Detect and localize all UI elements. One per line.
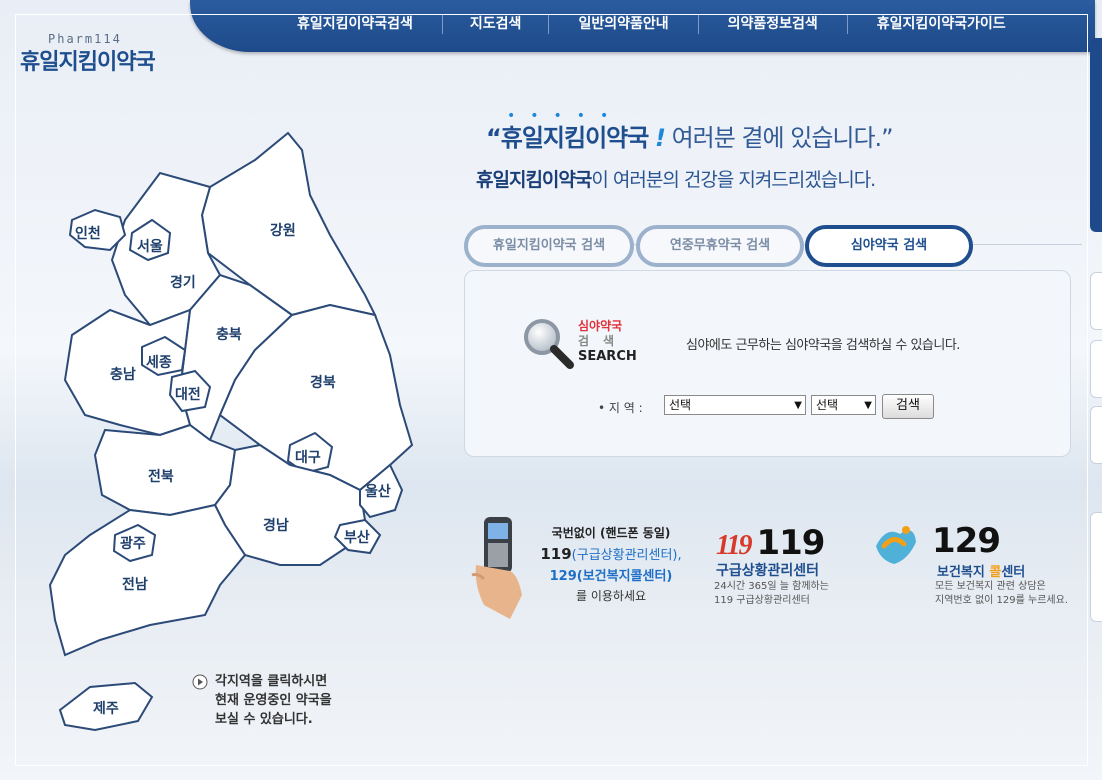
map-label-jeonbuk: 전북 <box>148 468 174 485</box>
map-label-gangwon: 강원 <box>270 222 296 239</box>
nav-item-map-search[interactable]: 지도검색 <box>441 14 549 34</box>
map-label-ulsan: 울산 <box>365 483 391 500</box>
welfare-call-center-logo-icon[interactable] <box>870 520 920 568</box>
map-label-jeju: 제주 <box>93 701 119 717</box>
map-label-daegu: 대구 <box>295 450 321 466</box>
map-label-incheon: 인천 <box>75 225 101 242</box>
right-edge-tab-3[interactable] <box>1090 406 1102 464</box>
nav-item-holiday-pharmacy-guide[interactable]: 휴일지킴이약국가이드 <box>846 14 1035 34</box>
tab-open-all-year-search[interactable]: 연중무휴약국 검색 <box>636 225 804 267</box>
right-edge-tab-4[interactable] <box>1090 512 1102 622</box>
welfare-center-desc: 모든 보건복지 관련 상담은 지역번호 없이 129를 누르세요. <box>935 581 1069 606</box>
number-119: 119 <box>756 523 825 563</box>
number-129: 129 <box>932 521 1001 561</box>
headline-secondary: 휴일지킴이약국이 여러분의 건강을 지켜드리겠습니다. <box>476 169 876 191</box>
region-select-secondary[interactable]: 선택 ▼ <box>811 395 876 415</box>
search-button[interactable]: 검색 <box>882 394 934 419</box>
search-title: 심야약국 검색 SEARCH <box>578 319 637 364</box>
chevron-down-icon: ▼ <box>864 400 872 411</box>
right-edge-tab-1[interactable] <box>1090 272 1102 330</box>
search-description: 심야에도 근무하는 심야약국을 검색하실 수 있습니다. <box>686 338 960 353</box>
emergency-call-info: 국번없이 (핸드폰 동일) 119(구급상황관리센터), 129(보건복지콜센터… <box>540 526 682 603</box>
right-edge-panel-tab[interactable] <box>1090 38 1102 232</box>
region-label: • 지 역 : <box>598 401 643 415</box>
map-label-sejong: 세종 <box>146 355 172 371</box>
tab-night-pharmacy-search[interactable]: 심야약국 검색 <box>805 225 973 267</box>
nav-item-drug-info-search[interactable]: 의약품정보검색 <box>697 14 847 34</box>
map-label-gyeongnam: 경남 <box>263 517 289 534</box>
logo-119-mark: 119 <box>716 530 752 561</box>
map-hint: 각지역을 클릭하시면 현재 운영중인 약국을 보실 수 있습니다. <box>192 672 332 729</box>
nav-item-otc-guide[interactable]: 일반의약품안내 <box>548 14 697 34</box>
right-edge-tab-2[interactable] <box>1090 340 1102 398</box>
welfare-center-name: 보건복지 콜센터 <box>937 565 1026 580</box>
play-circle-icon <box>192 674 208 690</box>
headline-primary: “휴일지킴이약국 ! 여러분 곁에 있습니다.” <box>486 124 894 152</box>
logo-119[interactable]: 119 119 <box>716 523 825 563</box>
magnifier-icon <box>524 319 574 369</box>
map-label-chungbuk: 충북 <box>216 327 242 343</box>
mobile-phone-icon <box>471 517 522 619</box>
map-label-gwangju: 광주 <box>120 535 146 552</box>
map-label-daejeon: 대전 <box>175 386 201 403</box>
map-label-chungnam: 충남 <box>110 366 136 383</box>
map-label-gyeongbuk: 경북 <box>310 374 336 391</box>
region-select-primary[interactable]: 선택 ▼ <box>664 395 806 415</box>
map-label-seoul: 서울 <box>137 238 163 255</box>
map-label-busan: 부산 <box>344 529 370 546</box>
map-label-gyeonggi: 경기 <box>170 274 196 291</box>
nav-item-holiday-pharmacy-search[interactable]: 휴일지킴이약국검색 <box>268 14 442 34</box>
emergency-center-desc: 24시간 365일 늘 함께하는 119 구급상황관리센터 <box>714 581 829 606</box>
map-label-jeonnam: 전남 <box>122 576 148 593</box>
logo-korean: 휴일지킴이약국 <box>20 50 156 75</box>
emergency-center-name: 구급상황관리센터 <box>716 563 820 579</box>
chevron-down-icon: ▼ <box>794 400 802 411</box>
tab-holiday-pharmacy-search[interactable]: 휴일지킴이약국 검색 <box>464 225 634 267</box>
page: 휴일지킴이약국검색 지도검색 일반의약품안내 의약품정보검색 휴일지킴이약국가이… <box>0 0 1102 780</box>
top-nav: 휴일지킴이약국검색 지도검색 일반의약품안내 의약품정보검색 휴일지킴이약국가이… <box>190 0 1095 52</box>
korea-map: 인천 서울 경기 강원 충북 충남 세종 대전 경북 대구 전북 울산 경남 부… <box>48 131 414 732</box>
site-logo[interactable]: Pharm114 휴일지킴이약국 <box>20 32 156 76</box>
